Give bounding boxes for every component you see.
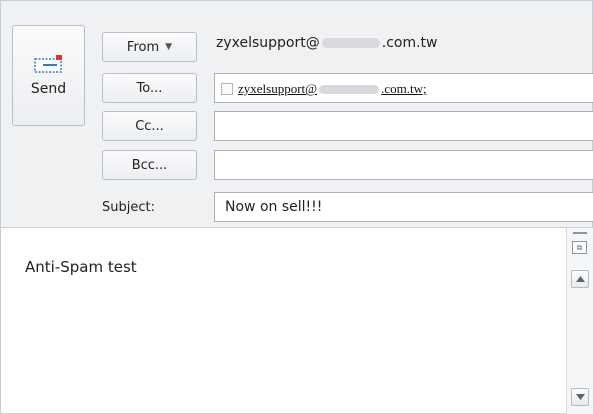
- ruler-toggle-icon[interactable]: [573, 232, 587, 234]
- redacted-domain: [319, 84, 380, 94]
- to-field[interactable]: zyxelsupport@ .com.tw;: [214, 73, 593, 103]
- from-label: From: [126, 39, 160, 55]
- cc-field[interactable]: [214, 111, 593, 141]
- message-body[interactable]: Anti-Spam test: [0, 228, 593, 414]
- from-address-prefix: zyxelsupport@: [216, 35, 320, 51]
- bcc-label: Bcc...: [131, 157, 168, 173]
- to-recipient-prefix: zyxelsupport@: [238, 81, 318, 96]
- to-recipient[interactable]: zyxelsupport@ .com.tw;: [221, 81, 427, 97]
- subject-field[interactable]: Now on sell!!!: [214, 192, 593, 222]
- arrow-down-icon[interactable]: [571, 388, 589, 406]
- to-label: To...: [136, 80, 163, 96]
- send-mail-icon: [33, 55, 62, 73]
- subject-label: Subject:: [102, 200, 155, 215]
- to-recipient-suffix: .com.tw;: [381, 81, 427, 96]
- bcc-button[interactable]: Bcc...: [102, 150, 197, 180]
- view-ruler-icon[interactable]: ⧉: [572, 241, 587, 254]
- message-header: Send From ▼ zyxelsupport@ .com.tw To... …: [0, 0, 593, 228]
- to-button[interactable]: To...: [102, 73, 197, 103]
- message-body-text: Anti-Spam test: [25, 258, 137, 276]
- from-address: zyxelsupport@ .com.tw: [216, 35, 438, 51]
- from-address-suffix: .com.tw: [381, 35, 438, 51]
- from-button[interactable]: From ▼: [102, 32, 197, 62]
- send-button[interactable]: Send: [12, 25, 85, 126]
- vertical-scrollbar[interactable]: ⧉: [566, 228, 593, 414]
- arrow-up-icon[interactable]: [571, 270, 589, 288]
- send-label: Send: [30, 81, 67, 97]
- cc-button[interactable]: Cc...: [102, 111, 197, 141]
- subject-value: Now on sell!!!: [225, 199, 323, 215]
- bcc-field[interactable]: [214, 150, 593, 180]
- chevron-down-icon: ▼: [165, 42, 173, 52]
- cc-label: Cc...: [135, 118, 164, 134]
- checkbox-icon: [221, 83, 233, 95]
- redacted-domain: [321, 38, 380, 48]
